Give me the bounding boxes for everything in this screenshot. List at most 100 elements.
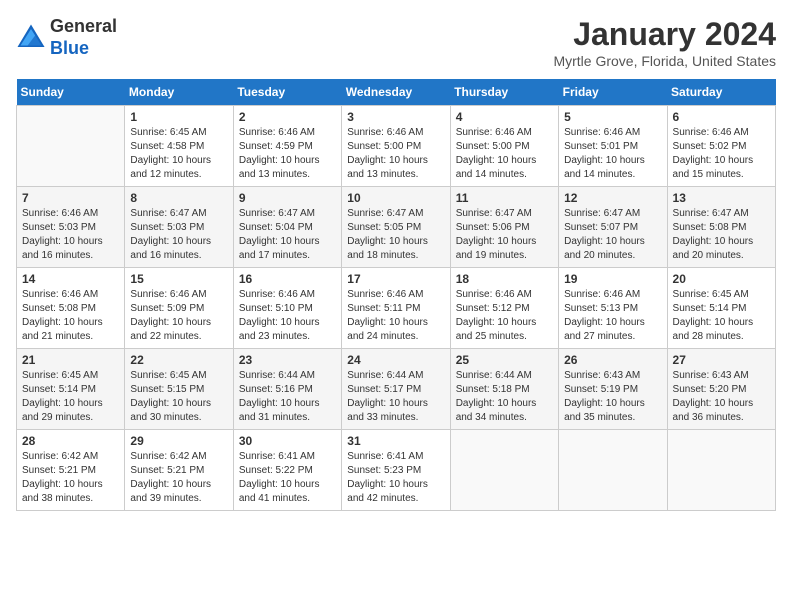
day-number: 8 — [130, 191, 227, 205]
logo: General Blue — [16, 16, 117, 59]
day-number: 1 — [130, 110, 227, 124]
weekday-header-sunday: Sunday — [17, 79, 125, 106]
day-info: Sunrise: 6:47 AMSunset: 5:07 PMDaylight:… — [564, 207, 661, 263]
day-info: Sunrise: 6:46 AMSunset: 5:00 PMDaylight:… — [456, 126, 553, 182]
day-number: 14 — [22, 272, 119, 286]
day-number: 16 — [239, 272, 336, 286]
calendar-day-empty — [450, 430, 558, 511]
day-info: Sunrise: 6:41 AMSunset: 5:22 PMDaylight:… — [239, 450, 336, 506]
day-info: Sunrise: 6:44 AMSunset: 5:18 PMDaylight:… — [456, 369, 553, 425]
weekday-header-saturday: Saturday — [667, 79, 775, 106]
day-info: Sunrise: 6:42 AMSunset: 5:21 PMDaylight:… — [22, 450, 119, 506]
weekday-header-friday: Friday — [559, 79, 667, 106]
calendar-day-12: 12Sunrise: 6:47 AMSunset: 5:07 PMDayligh… — [559, 187, 667, 268]
day-number: 3 — [347, 110, 444, 124]
calendar-day-17: 17Sunrise: 6:46 AMSunset: 5:11 PMDayligh… — [342, 268, 450, 349]
day-number: 15 — [130, 272, 227, 286]
calendar-day-14: 14 Sunrise: 6:46 AMSunset: 5:08 PMDayligh… — [17, 268, 125, 349]
day-number: 13 — [673, 191, 770, 205]
calendar-day-4: 4 Sunrise: 6:46 AMSunset: 5:00 PMDaylight… — [450, 106, 558, 187]
day-number: 4 — [456, 110, 553, 124]
calendar-week-1: 1 Sunrise: 6:45 AMSunset: 4:58 PMDaylight… — [17, 106, 776, 187]
day-number: 25 — [456, 353, 553, 367]
calendar-day-30: 30 Sunrise: 6:41 AMSunset: 5:22 PMDayligh… — [233, 430, 341, 511]
day-number: 10 — [347, 191, 444, 205]
day-info: Sunrise: 6:43 AMSunset: 5:20 PMDaylight:… — [673, 369, 770, 425]
calendar-day-22: 22Sunrise: 6:45 AMSunset: 5:15 PMDayligh… — [125, 349, 233, 430]
day-info: Sunrise: 6:46 AMSunset: 5:10 PMDaylight:… — [239, 288, 336, 344]
month-title: January 2024 — [553, 16, 776, 53]
day-number: 18 — [456, 272, 553, 286]
calendar-day-24: 24 Sunrise: 6:44 AMSunset: 5:17 PMDayligh… — [342, 349, 450, 430]
day-info: Sunrise: 6:44 AMSunset: 5:16 PMDaylight:… — [239, 369, 336, 425]
day-info: Sunrise: 6:46 AMSunset: 4:59 PMDaylight:… — [239, 126, 336, 182]
weekday-header-monday: Monday — [125, 79, 233, 106]
day-info: Sunrise: 6:46 AMSunset: 5:00 PMDaylight:… — [347, 126, 444, 182]
day-number: 6 — [673, 110, 770, 124]
calendar-day-27: 27 Sunrise: 6:43 AMSunset: 5:20 PMDayligh… — [667, 349, 775, 430]
day-info: Sunrise: 6:47 AMSunset: 5:08 PMDaylight:… — [673, 207, 770, 263]
day-number: 5 — [564, 110, 661, 124]
day-info: Sunrise: 6:46 AMSunset: 5:08 PMDaylight:… — [22, 288, 119, 344]
title-block: January 2024 Myrtle Grove, Florida, Unit… — [553, 16, 776, 69]
day-info: Sunrise: 6:46 AMSunset: 5:13 PMDaylight:… — [564, 288, 661, 344]
day-number: 11 — [456, 191, 553, 205]
day-info: Sunrise: 6:45 AMSunset: 5:15 PMDaylight:… — [130, 369, 227, 425]
day-info: Sunrise: 6:46 AMSunset: 5:09 PMDaylight:… — [130, 288, 227, 344]
day-info: Sunrise: 6:47 AMSunset: 5:06 PMDaylight:… — [456, 207, 553, 263]
day-number: 26 — [564, 353, 661, 367]
weekday-header-row: SundayMondayTuesdayWednesdayThursdayFrid… — [17, 79, 776, 106]
calendar-day-empty — [17, 106, 125, 187]
calendar-week-5: 28 Sunrise: 6:42 AMSunset: 5:21 PMDayligh… — [17, 430, 776, 511]
day-number: 20 — [673, 272, 770, 286]
location: Myrtle Grove, Florida, United States — [553, 53, 776, 69]
day-number: 23 — [239, 353, 336, 367]
day-info: Sunrise: 6:46 AMSunset: 5:01 PMDaylight:… — [564, 126, 661, 182]
day-number: 30 — [239, 434, 336, 448]
day-info: Sunrise: 6:45 AMSunset: 4:58 PMDaylight:… — [130, 126, 227, 182]
logo-blue: Blue — [50, 38, 89, 58]
calendar-day-empty — [667, 430, 775, 511]
calendar-day-19: 19 Sunrise: 6:46 AMSunset: 5:13 PMDayligh… — [559, 268, 667, 349]
calendar-day-1: 1 Sunrise: 6:45 AMSunset: 4:58 PMDaylight… — [125, 106, 233, 187]
calendar-week-4: 21 Sunrise: 6:45 AMSunset: 5:14 PMDayligh… — [17, 349, 776, 430]
logo-general: General — [50, 16, 117, 36]
day-number: 9 — [239, 191, 336, 205]
weekday-header-tuesday: Tuesday — [233, 79, 341, 106]
calendar-day-6: 6 Sunrise: 6:46 AMSunset: 5:02 PMDaylight… — [667, 106, 775, 187]
day-info: Sunrise: 6:45 AMSunset: 5:14 PMDaylight:… — [673, 288, 770, 344]
day-number: 27 — [673, 353, 770, 367]
calendar-day-3: 3 Sunrise: 6:46 AMSunset: 5:00 PMDaylight… — [342, 106, 450, 187]
day-number: 29 — [130, 434, 227, 448]
day-info: Sunrise: 6:44 AMSunset: 5:17 PMDaylight:… — [347, 369, 444, 425]
day-info: Sunrise: 6:42 AMSunset: 5:21 PMDaylight:… — [130, 450, 227, 506]
calendar-day-10: 10 Sunrise: 6:47 AMSunset: 5:05 PMDayligh… — [342, 187, 450, 268]
day-info: Sunrise: 6:45 AMSunset: 5:14 PMDaylight:… — [22, 369, 119, 425]
calendar-day-16: 16 Sunrise: 6:46 AMSunset: 5:10 PMDayligh… — [233, 268, 341, 349]
calendar-week-2: 7 Sunrise: 6:46 AMSunset: 5:03 PMDaylight… — [17, 187, 776, 268]
calendar-day-28: 28 Sunrise: 6:42 AMSunset: 5:21 PMDayligh… — [17, 430, 125, 511]
calendar-day-18: 18 Sunrise: 6:46 AMSunset: 5:12 PMDayligh… — [450, 268, 558, 349]
calendar-day-29: 29 Sunrise: 6:42 AMSunset: 5:21 PMDayligh… — [125, 430, 233, 511]
day-info: Sunrise: 6:47 AMSunset: 5:05 PMDaylight:… — [347, 207, 444, 263]
day-info: Sunrise: 6:46 AMSunset: 5:12 PMDaylight:… — [456, 288, 553, 344]
day-number: 7 — [22, 191, 119, 205]
page-header: General Blue January 2024 Myrtle Grove, … — [16, 16, 776, 69]
calendar-day-13: 13 Sunrise: 6:47 AMSunset: 5:08 PMDayligh… — [667, 187, 775, 268]
calendar-day-20: 20 Sunrise: 6:45 AMSunset: 5:14 PMDayligh… — [667, 268, 775, 349]
day-number: 19 — [564, 272, 661, 286]
logo-icon — [16, 23, 46, 53]
weekday-header-thursday: Thursday — [450, 79, 558, 106]
day-number: 24 — [347, 353, 444, 367]
calendar-day-21: 21 Sunrise: 6:45 AMSunset: 5:14 PMDayligh… — [17, 349, 125, 430]
weekday-header-wednesday: Wednesday — [342, 79, 450, 106]
calendar-week-3: 14 Sunrise: 6:46 AMSunset: 5:08 PMDayligh… — [17, 268, 776, 349]
day-number: 21 — [22, 353, 119, 367]
day-number: 2 — [239, 110, 336, 124]
day-info: Sunrise: 6:46 AMSunset: 5:02 PMDaylight:… — [673, 126, 770, 182]
day-number: 28 — [22, 434, 119, 448]
day-info: Sunrise: 6:46 AMSunset: 5:03 PMDaylight:… — [22, 207, 119, 263]
calendar-day-7: 7 Sunrise: 6:46 AMSunset: 5:03 PMDaylight… — [17, 187, 125, 268]
day-info: Sunrise: 6:46 AMSunset: 5:11 PMDaylight:… — [347, 288, 444, 344]
calendar-day-25: 25 Sunrise: 6:44 AMSunset: 5:18 PMDayligh… — [450, 349, 558, 430]
